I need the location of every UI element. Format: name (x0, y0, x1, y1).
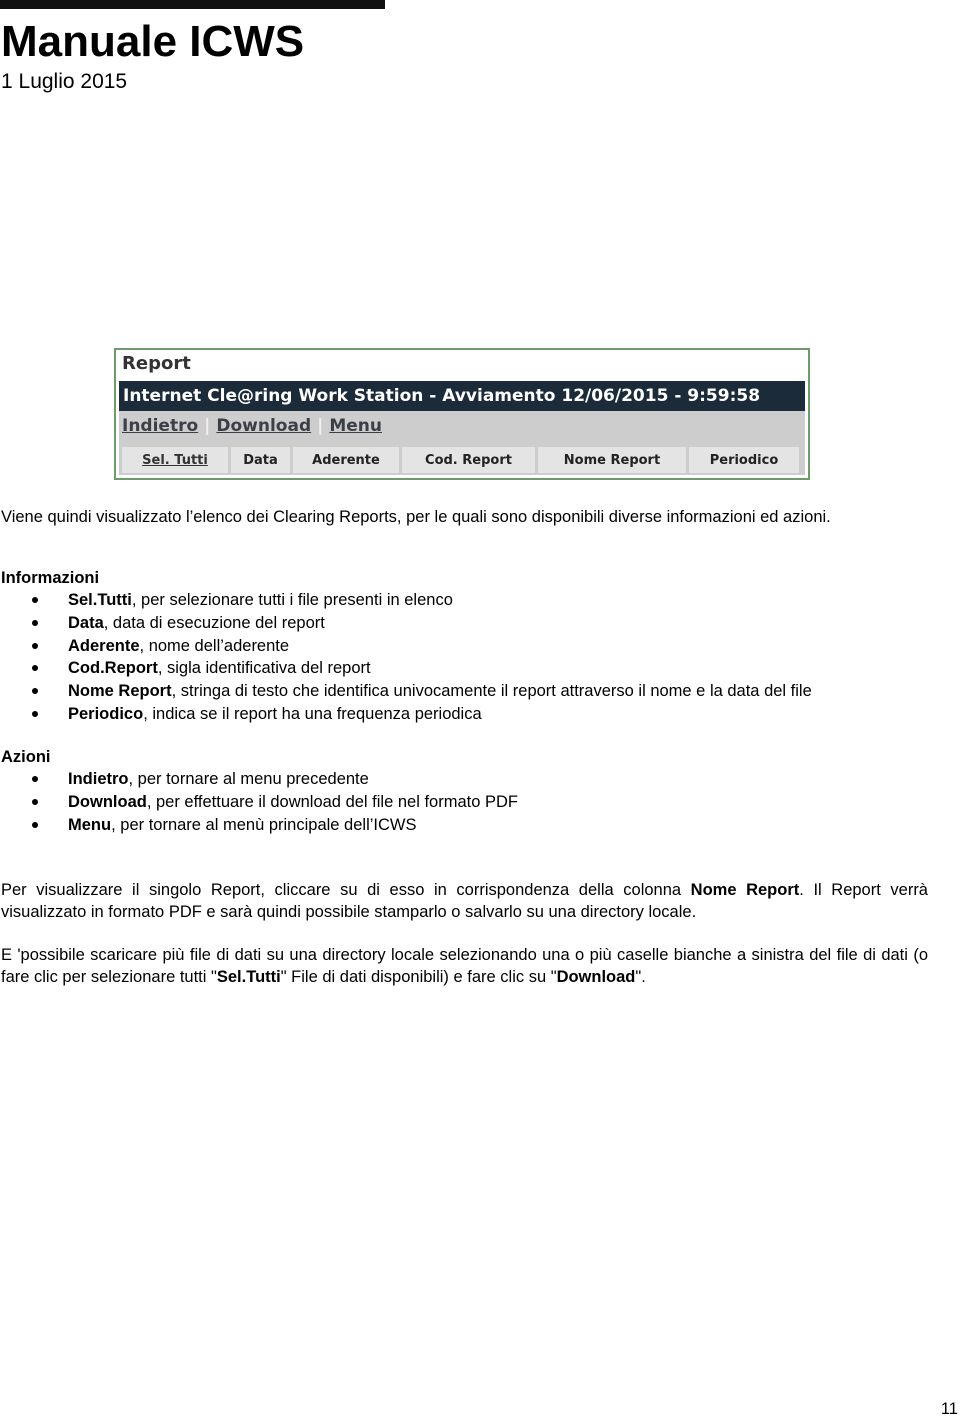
azioni-list: Indietro, per tornare al menu precedente… (0, 768, 518, 836)
document-title: Manuale ICWS (1, 17, 305, 66)
item-term: Nome Report (68, 682, 172, 701)
list-item: Data, data di esecuzione del report (0, 612, 812, 635)
column-cod-report[interactable]: Cod. Report (402, 447, 535, 473)
bullet-icon (32, 821, 38, 828)
list-item: Download, per effettuare il download del… (0, 791, 518, 814)
list-item: Periodico, indica se il report ha una fr… (0, 703, 812, 726)
column-data[interactable]: Data (231, 447, 290, 473)
item-term: Download (68, 792, 147, 811)
item-desc: , per selezionare tutti i file presenti … (131, 591, 453, 609)
list-item: Menu, per tornare al menù principale del… (0, 814, 518, 837)
item-term: Data (68, 613, 104, 632)
item-desc: , sigla identificativa del report (157, 659, 371, 678)
informazioni-list: Sel.Tutti, per selezionare tutti i file … (0, 589, 812, 726)
column-nome-report[interactable]: Nome Report (538, 447, 686, 473)
item-term: Periodico (68, 704, 144, 723)
bullet-icon (32, 688, 38, 695)
list-item: Aderente, nome dell’aderente (0, 635, 812, 658)
page-number: 11 (940, 1400, 958, 1418)
top-rule (0, 0, 385, 9)
intro-paragraph: Viene quindi visualizzato l’elenco dei C… (1, 508, 831, 526)
item-term: Menu (68, 815, 112, 834)
indietro-link[interactable]: Indietro (122, 416, 198, 436)
nav-separator: | (317, 416, 324, 436)
item-term: Sel.Tutti (68, 591, 132, 609)
list-item: Cod.Report, sigla identificativa del rep… (0, 657, 812, 680)
screenshot-panel: Internet Cle@ring Work Station - Avviame… (119, 381, 805, 475)
column-periodico[interactable]: Periodico (689, 447, 799, 473)
bullet-icon (32, 665, 38, 672)
item-desc: , per effettuare il download del file ne… (146, 792, 518, 811)
bullet-icon (32, 642, 38, 649)
list-item: Nome Report, stringa di testo che identi… (0, 680, 812, 703)
paragraph-view-report: Per visualizzare il singolo Report, clic… (1, 881, 928, 921)
screenshot-nav: Indietro | Download | Menu (122, 416, 382, 436)
bullet-icon (32, 798, 38, 805)
item-desc: , per tornare al menù principale dell’IC… (111, 815, 417, 834)
item-desc: , nome dell’aderente (139, 636, 290, 655)
item-term: Cod.Report (68, 659, 158, 678)
menu-link[interactable]: Menu (329, 416, 382, 436)
nav-separator: | (204, 416, 211, 436)
column-headers: Sel. Tutti Data Aderente Cod. Report Nom… (122, 447, 802, 473)
column-aderente[interactable]: Aderente (293, 447, 399, 473)
bullet-icon (32, 619, 38, 626)
list-item: Sel.Tutti, per selezionare tutti i file … (0, 589, 812, 612)
screenshot-window-title: Report (122, 353, 191, 374)
item-desc: , data di esecuzione del report (103, 613, 325, 632)
item-desc: , indica se il report ha una frequenza p… (143, 704, 482, 723)
list-item: Indietro, per tornare al menu precedente (0, 768, 518, 791)
document-date: 1 Luglio 2015 (1, 70, 128, 93)
bullet-icon (32, 597, 38, 603)
item-desc: , per tornare al menu precedente (128, 770, 369, 788)
informazioni-heading: Informazioni (1, 569, 100, 587)
item-desc: , stringa di testo che identifica univoc… (171, 682, 812, 701)
bullet-icon (32, 776, 38, 782)
report-screenshot: Report Internet Cle@ring Work Station - … (114, 348, 810, 480)
column-sel-tutti[interactable]: Sel. Tutti (122, 447, 228, 473)
item-term: Indietro (68, 770, 129, 788)
screenshot-banner: Internet Cle@ring Work Station - Avviame… (119, 381, 805, 411)
bullet-icon (32, 710, 38, 717)
item-term: Aderente (68, 636, 140, 655)
azioni-heading: Azioni (1, 748, 51, 766)
download-link[interactable]: Download (216, 416, 311, 436)
paragraph-download: E 'possibile scaricare più file di dati … (1, 946, 928, 986)
